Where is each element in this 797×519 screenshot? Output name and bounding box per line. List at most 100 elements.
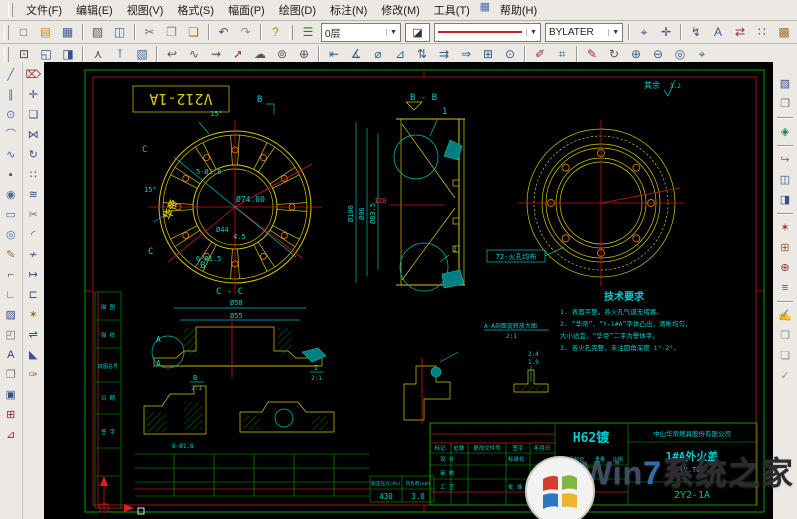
circle-icon[interactable]: ⊙ xyxy=(0,105,21,125)
image-insert-icon[interactable]: ▧ xyxy=(131,44,153,64)
rotate-icon[interactable]: ↻ xyxy=(23,145,44,165)
block-make-icon[interactable]: ◫ xyxy=(775,170,796,190)
center-mark-icon[interactable]: ⊙ xyxy=(499,44,521,64)
list-icon[interactable]: ≡ xyxy=(775,278,796,298)
measure-icon[interactable]: ⌗ xyxy=(551,44,573,64)
extend-icon[interactable]: ↦ xyxy=(23,265,44,285)
node-edit-icon[interactable]: ⋏ xyxy=(87,44,109,64)
open-icon[interactable]: ▤ xyxy=(35,22,57,42)
properties-icon[interactable]: ✑ xyxy=(23,365,44,385)
plugin-icon[interactable]: ▦ xyxy=(477,0,493,20)
chevron-down-icon[interactable]: ▼ xyxy=(608,29,619,36)
offset-icon[interactable]: ≋ xyxy=(23,185,44,205)
center-rect-icon[interactable]: ◎ xyxy=(0,225,21,245)
menu-v[interactable]: 视图(V) xyxy=(120,0,171,20)
pick-set-icon[interactable]: ↯ xyxy=(685,22,707,42)
point-icon[interactable]: ▪ xyxy=(0,165,21,185)
menu-d[interactable]: 绘图(D) xyxy=(272,0,323,20)
verify-icon[interactable]: ✓ xyxy=(775,366,796,386)
pan-icon[interactable]: ⌖ xyxy=(691,44,713,64)
break-icon[interactable]: ≁ xyxy=(23,245,44,265)
dim-linear-icon[interactable]: ⇤ xyxy=(323,44,345,64)
menu-m[interactable]: 修改(M) xyxy=(374,0,427,20)
parallel-icon[interactable]: ∥ xyxy=(0,85,21,105)
insert-block-icon[interactable]: ⊞ xyxy=(775,238,796,258)
help-icon[interactable]: ? xyxy=(265,22,287,42)
layers-icon[interactable]: ☰ xyxy=(297,22,319,42)
arc-icon[interactable]: ⌒ xyxy=(0,125,21,145)
chevron-down-icon[interactable]: ▼ xyxy=(386,29,397,36)
zoom-prev-icon[interactable]: ⊖ xyxy=(647,44,669,64)
text-icon[interactable]: A xyxy=(0,345,21,365)
probe-icon[interactable]: ⊚ xyxy=(271,44,293,64)
ortho-icon[interactable]: ⌖ xyxy=(633,22,655,42)
export-sel-icon[interactable]: ▩ xyxy=(773,22,795,42)
print-icon[interactable]: ▧ xyxy=(87,22,109,42)
erase-icon[interactable]: ⌦ xyxy=(23,65,44,85)
hatch-icon[interactable]: ▨ xyxy=(0,305,21,325)
block-edit-icon[interactable]: ◨ xyxy=(775,190,796,210)
preview-icon[interactable]: ◫ xyxy=(109,22,131,42)
fillet-icon[interactable]: ◜ xyxy=(23,225,44,245)
menu-s[interactable]: 格式(S) xyxy=(170,0,221,20)
stretch-icon[interactable]: ⊏ xyxy=(23,285,44,305)
spline-icon[interactable]: ∿ xyxy=(0,145,21,165)
mirror-icon[interactable]: ⋈ xyxy=(23,125,44,145)
new-icon[interactable]: □ xyxy=(13,22,35,42)
linetype-combo[interactable]: ▼ xyxy=(434,23,541,42)
copy-icon[interactable]: ❐ xyxy=(161,22,183,42)
region-icon[interactable]: ◰ xyxy=(0,325,21,345)
line-icon[interactable]: ╱ xyxy=(0,65,21,85)
zoom-fit-icon[interactable]: ⊡ xyxy=(13,44,35,64)
wave-line-icon[interactable]: ∿ xyxy=(183,44,205,64)
sheet-icon[interactable]: ▧ xyxy=(775,74,796,94)
layer-combo[interactable]: 0层 ▼ xyxy=(321,23,401,42)
zoom-in-icon[interactable]: ⊕ xyxy=(625,44,647,64)
regen-icon[interactable]: ↻ xyxy=(603,44,625,64)
color-control[interactable]: ◪ xyxy=(405,23,430,42)
array-icon[interactable]: ∷ xyxy=(23,165,44,185)
paste-icon[interactable]: ❏ xyxy=(183,22,205,42)
sketch-icon[interactable]: ✎ xyxy=(0,245,21,265)
toolbar-grip[interactable] xyxy=(4,47,9,62)
menu-e[interactable]: 编辑(E) xyxy=(69,0,120,20)
undo-icon[interactable]: ↶ xyxy=(213,22,235,42)
paste-doc-icon[interactable]: ❏ xyxy=(775,346,796,366)
osnap-icon[interactable]: ✛ xyxy=(655,22,677,42)
explode-icon[interactable]: ✶ xyxy=(23,305,44,325)
ellipse-icon[interactable]: ◉ xyxy=(0,185,21,205)
cut-icon[interactable]: ✂ xyxy=(139,22,161,42)
toolbar-grip[interactable] xyxy=(289,25,294,40)
chamfer-icon[interactable]: ◣ xyxy=(23,345,44,365)
menu-n[interactable]: 标注(N) xyxy=(323,0,374,20)
dim-angular-icon[interactable]: ∡ xyxy=(345,44,367,64)
redline-icon[interactable]: ✎ xyxy=(581,44,603,64)
drawing-canvas[interactable]: V212-1A Ø74.00 15° 15° xyxy=(44,62,773,519)
dim-tolerance-icon[interactable]: ⊞ xyxy=(477,44,499,64)
dim-aligned-icon[interactable]: ⊿ xyxy=(389,44,411,64)
dim-ordinate-icon[interactable]: ⇅ xyxy=(411,44,433,64)
export-icon[interactable]: ↪ xyxy=(775,150,796,170)
text-box-icon[interactable]: ⊺ xyxy=(109,44,131,64)
arrow-mark-icon[interactable]: ➚ xyxy=(227,44,249,64)
copy-doc-icon[interactable]: ❐ xyxy=(775,326,796,346)
datum-target-icon[interactable]: ⊕ xyxy=(293,44,315,64)
toolbar-grip[interactable] xyxy=(8,3,13,17)
dim-continue-icon[interactable]: ⇒ xyxy=(455,44,477,64)
redo-icon[interactable]: ↷ xyxy=(235,22,257,42)
contour-icon[interactable]: ∟ xyxy=(0,285,21,305)
solid-icon[interactable]: ◈ xyxy=(775,122,796,142)
menu-h[interactable]: 帮助(H) xyxy=(493,0,544,20)
zoom-window-icon[interactable]: ◱ xyxy=(35,44,57,64)
swap-ref-icon[interactable]: ⇄ xyxy=(729,22,751,42)
copy-obj-icon[interactable]: ❏ xyxy=(23,105,44,125)
block-lib-icon[interactable]: ❒ xyxy=(775,94,796,114)
dim-icon[interactable]: ⊿ xyxy=(0,425,21,445)
toolbar-grip[interactable] xyxy=(4,25,9,40)
attributes-icon[interactable]: ⊕ xyxy=(775,258,796,278)
lineweight-combo[interactable]: BYLATER ▼ xyxy=(545,23,623,42)
menu-f[interactable]: 文件(F) xyxy=(19,0,69,20)
menu-t[interactable]: 工具(T) xyxy=(427,0,477,20)
match-prop-icon[interactable]: ∷ xyxy=(751,22,773,42)
chevron-down-icon[interactable]: ▼ xyxy=(526,29,537,36)
